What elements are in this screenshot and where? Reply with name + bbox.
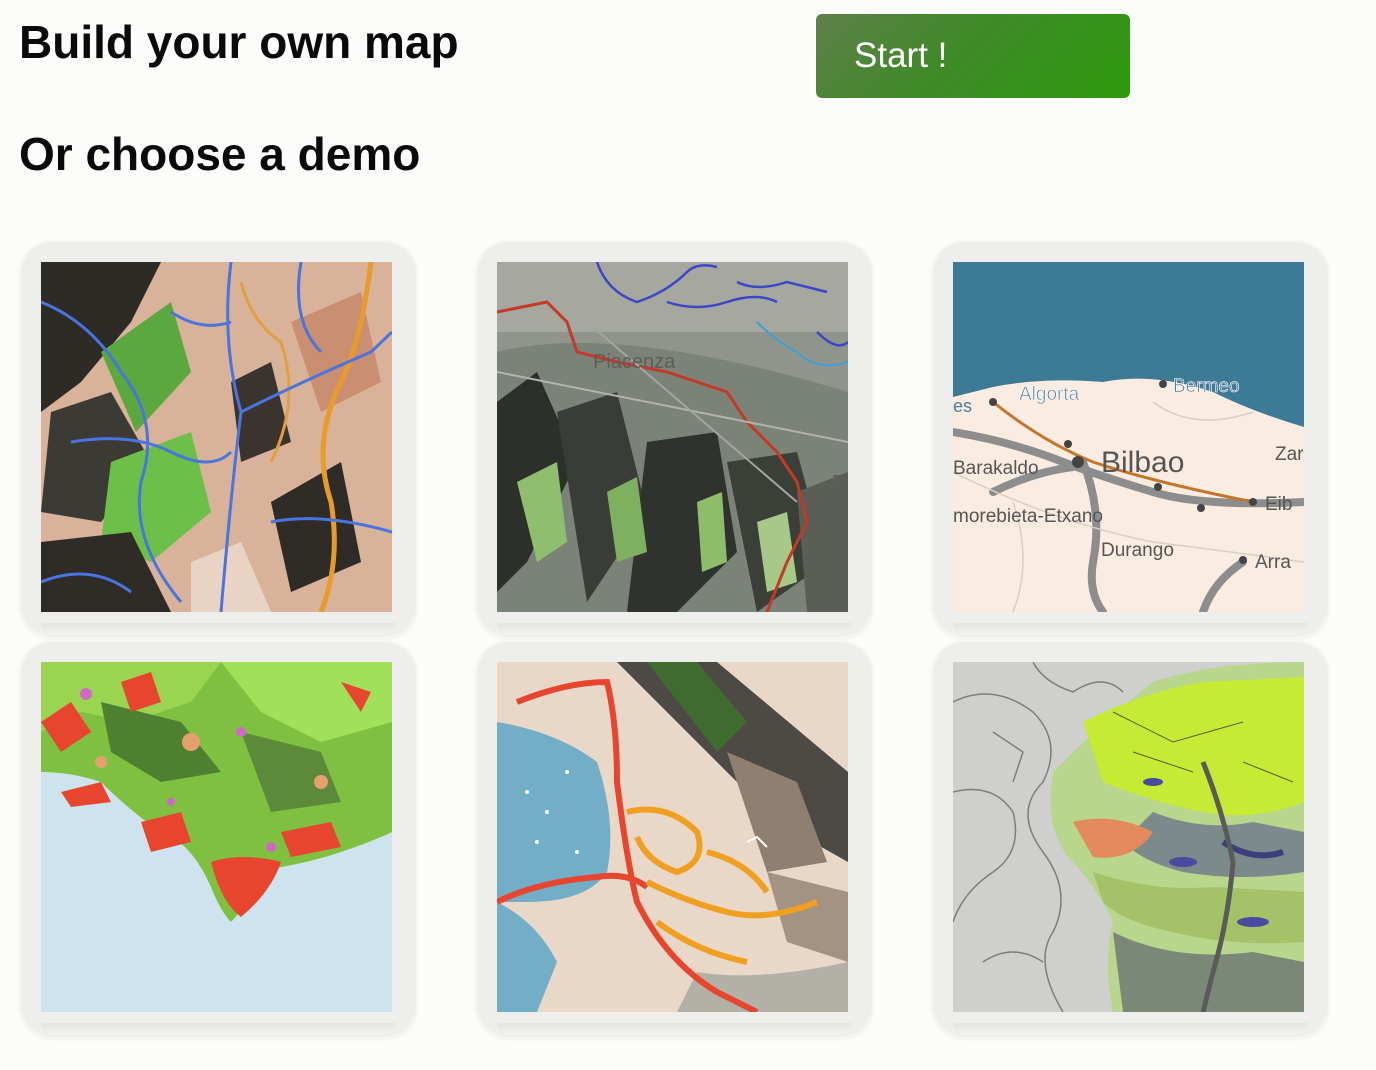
demo-thumbnail-coastal-city: [497, 662, 848, 1012]
demo-card-2[interactable]: Piacenza P: [475, 240, 874, 639]
piacenza-map-image: Piacenza P: [497, 262, 848, 612]
demo-card-5[interactable]: [475, 640, 874, 1039]
relief-map-image: [41, 262, 392, 612]
geology-map-image: [953, 662, 1304, 1012]
map-label-durango: Durango: [1101, 540, 1174, 561]
landcover-map-image: [41, 662, 392, 1012]
bilbao-map-image: Algorta Bermeo es Barakaldo Bilbao Zar m…: [953, 262, 1304, 612]
map-label-algorta: Algorta: [1019, 384, 1080, 405]
demo-card-3[interactable]: Algorta Bermeo es Barakaldo Bilbao Zar m…: [931, 240, 1330, 639]
demo-thumbnail-coastal-landcover: [41, 662, 392, 1012]
map-label-piacenza: Piacenza: [593, 351, 676, 373]
demo-card-1[interactable]: [19, 240, 418, 639]
demo-thumbnail-bilbao: Algorta Bermeo es Barakaldo Bilbao Zar m…: [953, 262, 1304, 612]
map-label-zar: Zar: [1275, 444, 1304, 465]
demo-thumbnail-geology: [953, 662, 1304, 1012]
start-button[interactable]: Start !: [816, 14, 1130, 98]
demo-thumbnail-piacenza: Piacenza P: [497, 262, 848, 612]
map-label-bermeo: Bermeo: [1173, 376, 1240, 397]
map-label-barakaldo: Barakaldo: [953, 458, 1039, 479]
map-label-edge: P: [832, 472, 844, 492]
demo-card-4[interactable]: [19, 640, 418, 1039]
map-label-bilbao: Bilbao: [1101, 446, 1184, 479]
map-label-eib: Eib: [1265, 494, 1292, 515]
demo-card-6[interactable]: [931, 640, 1330, 1039]
map-label-es: es: [953, 396, 972, 416]
map-label-arra: Arra: [1255, 552, 1291, 573]
build-your-own-map-title: Build your own map: [19, 16, 459, 68]
coastal-city-map-image: [497, 662, 848, 1012]
choose-demo-title: Or choose a demo: [19, 128, 421, 180]
map-label-amorebieta: morebieta-Etxano: [953, 506, 1103, 527]
demo-thumbnail-relief: [41, 262, 392, 612]
